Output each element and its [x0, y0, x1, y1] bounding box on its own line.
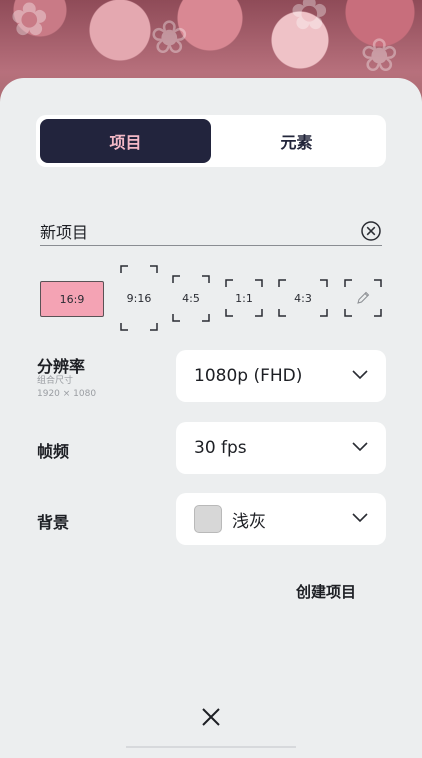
- flower-decoration: ✿: [10, 0, 49, 46]
- frame-rate-dropdown[interactable]: 30 fps: [176, 422, 386, 474]
- ratio-custom[interactable]: [344, 279, 382, 317]
- tab-elements[interactable]: 元素: [211, 119, 382, 163]
- ratio-16-9[interactable]: 16:9: [40, 281, 104, 317]
- background-color-swatch: [194, 505, 222, 533]
- ratio-4-5[interactable]: 4:5: [172, 275, 210, 322]
- ratio-label: 9:16: [126, 291, 152, 305]
- close-icon[interactable]: [197, 703, 225, 731]
- resolution-dimensions: 1920 × 1080: [37, 389, 97, 399]
- flower-decoration: ✿: [290, 0, 329, 40]
- background-dropdown[interactable]: 浅灰: [176, 493, 386, 545]
- background-value: 浅灰: [232, 511, 266, 532]
- resolution-dropdown[interactable]: 1080p (FHD): [176, 350, 386, 402]
- flower-decoration: ❀: [360, 28, 399, 82]
- aspect-ratio-picker: 16:9 9:16 4:5 1:1 4:3: [40, 264, 386, 332]
- tab-project[interactable]: 项目: [40, 119, 211, 163]
- mode-tabs: 项目 元素: [36, 115, 386, 167]
- resolution-label: 分辨率: [37, 357, 86, 376]
- ratio-label: 1:1: [235, 291, 253, 305]
- ratio-1-1[interactable]: 1:1: [225, 279, 263, 317]
- project-name-field[interactable]: 新项目: [40, 216, 382, 246]
- background-label: 背景: [37, 513, 70, 532]
- project-name-input[interactable]: 新项目: [40, 219, 88, 243]
- frame-rate-value: 30 fps: [194, 438, 247, 458]
- clear-icon[interactable]: [360, 220, 382, 242]
- chevron-down-icon: [352, 442, 368, 452]
- chevron-down-icon: [352, 370, 368, 380]
- frame-rate-label: 帧频: [37, 442, 70, 461]
- ratio-9-16[interactable]: 9:16: [120, 265, 158, 331]
- ratio-label: 4:3: [294, 291, 312, 305]
- resolution-value: 1080p (FHD): [194, 366, 303, 386]
- chevron-down-icon: [352, 513, 368, 523]
- ratio-label: 4:5: [182, 292, 200, 305]
- ratio-4-3[interactable]: 4:3: [278, 279, 328, 317]
- ratio-label: 16:9: [59, 292, 85, 306]
- create-project-button[interactable]: 创建项目: [296, 581, 356, 602]
- home-indicator: [126, 746, 296, 748]
- flower-decoration: ❀: [150, 10, 189, 64]
- pencil-icon: [357, 291, 370, 304]
- new-project-sheet: 项目 元素 新项目 16:9 9:16 4:5 1:1 4:3 分辨率 组合尺寸…: [0, 78, 422, 758]
- resolution-sublabel: 组合尺寸: [37, 376, 74, 386]
